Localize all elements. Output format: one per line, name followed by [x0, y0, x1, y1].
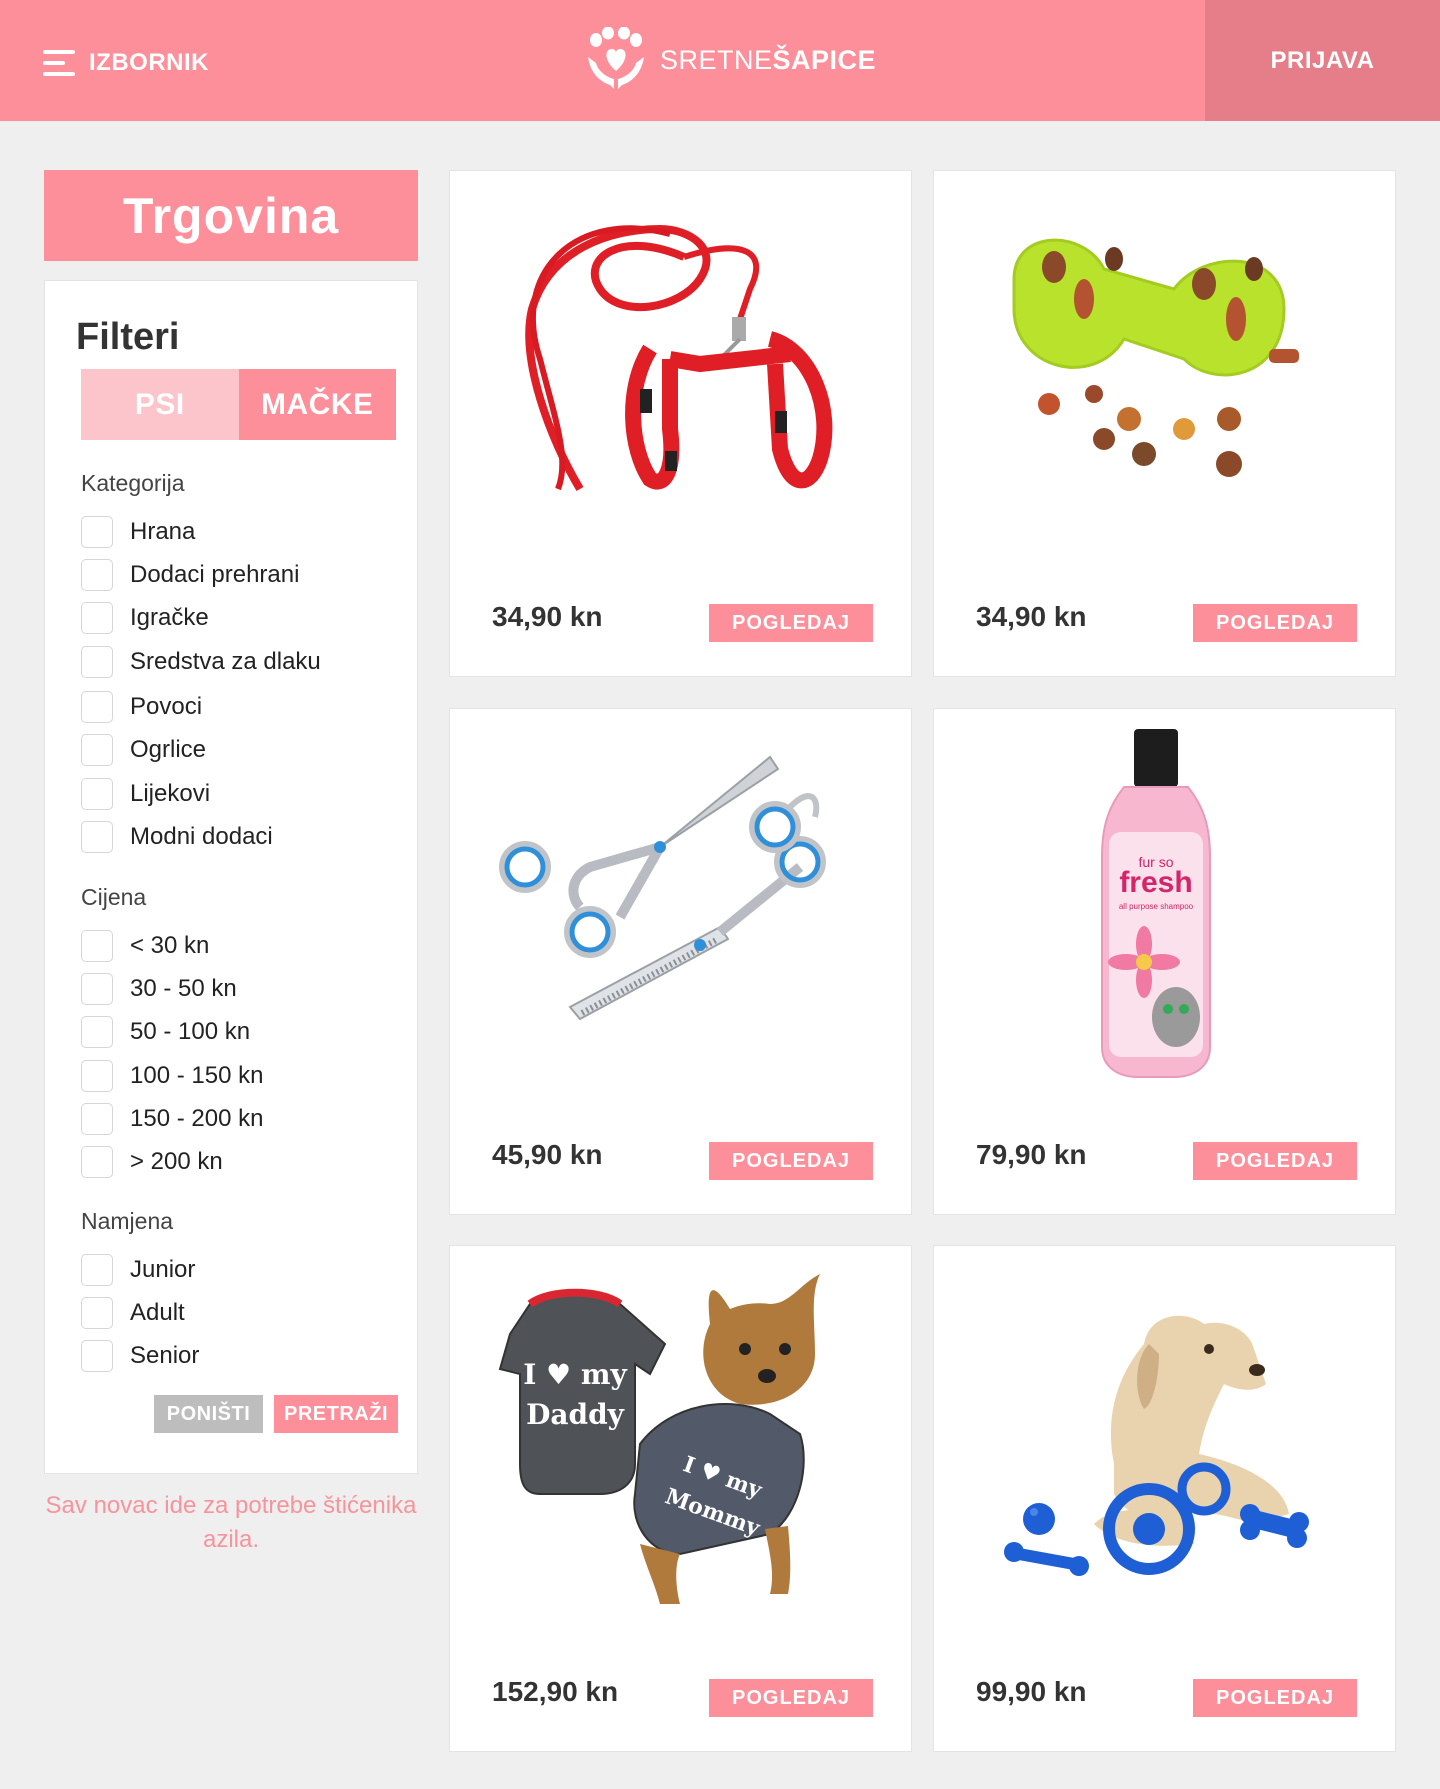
sweater-text-a1: I ♥ my	[523, 1358, 627, 1391]
product-price: 79,90 kn	[976, 1139, 1087, 1170]
tab-dogs[interactable]: PSI	[81, 369, 239, 440]
filters-title: Filteri	[76, 316, 180, 358]
purpose-option-junior[interactable]: Junior	[81, 1254, 195, 1286]
price-option[interactable]: > 200 kn	[81, 1146, 223, 1178]
purpose-option-senior[interactable]: Senior	[81, 1340, 199, 1372]
product-price: 45,90 kn	[492, 1139, 603, 1170]
search-button[interactable]: PRETRAŽI	[274, 1395, 398, 1433]
checkbox[interactable]	[81, 930, 113, 962]
checkbox[interactable]	[81, 778, 113, 810]
checkbox[interactable]	[81, 1103, 113, 1135]
checkbox[interactable]	[81, 602, 113, 634]
bottle-text-line3: all purpose shampoo	[1119, 902, 1194, 911]
login-button[interactable]: PRIJAVA	[1205, 0, 1440, 121]
product-price: 34,90 kn	[976, 601, 1087, 632]
checkbox[interactable]	[81, 1146, 113, 1178]
price-option[interactable]: < 30 kn	[81, 930, 209, 962]
price-option[interactable]: 30 - 50 kn	[81, 973, 237, 1005]
product-card[interactable]: 99,90 kn POGLEDAJ	[933, 1245, 1396, 1752]
category-option-fashion[interactable]: Modni dodaci	[81, 821, 273, 853]
treat-toy-icon	[1012, 238, 1299, 477]
checkbox[interactable]	[81, 1016, 113, 1048]
checkbox[interactable]	[81, 646, 113, 678]
price-label: Cijena	[81, 884, 147, 910]
product-card[interactable]: fur so fresh all purpose shampoo 79,90 k…	[933, 708, 1396, 1215]
product-price: 152,90 kn	[492, 1676, 619, 1707]
product-card[interactable]: 45,90 kn POGLEDAJ	[449, 708, 912, 1215]
reset-button[interactable]: PONIŠTI	[154, 1395, 263, 1433]
dog-sweater-icon: I ♥ my Daddy I ♥ my Mommy	[498, 1274, 820, 1604]
checkbox[interactable]	[81, 691, 113, 723]
product-card[interactable]: 34,90 kn POGLEDAJ	[449, 170, 912, 677]
sweater-text-a2: Daddy	[526, 1398, 625, 1431]
category-option-medicine[interactable]: Lijekovi	[81, 778, 210, 810]
grooming-scissors-icon	[499, 755, 826, 1021]
view-product-button[interactable]: POGLEDAJ	[709, 1679, 873, 1717]
view-product-button[interactable]: POGLEDAJ	[1193, 1679, 1357, 1717]
product-price: 99,90 kn	[976, 1676, 1087, 1707]
category-label: Kategorija	[81, 470, 185, 496]
checkbox[interactable]	[81, 1340, 113, 1372]
logo-text-regular: SRETNE	[660, 44, 773, 75]
view-product-button[interactable]: POGLEDAJ	[1193, 604, 1357, 642]
category-option-hair-care[interactable]: Sredstva za dlaku	[81, 646, 321, 678]
product-card[interactable]: I ♥ my Daddy I ♥ my Mommy 152,90 kn POGL…	[449, 1245, 912, 1752]
tab-cats[interactable]: MAČKE	[238, 369, 396, 440]
bottle-text-line2: fresh	[1119, 866, 1192, 899]
category-option-supplements[interactable]: Dodaci prehrani	[81, 559, 299, 591]
category-option-food[interactable]: Hrana	[81, 516, 195, 548]
menu-button[interactable]: IZBORNIK	[43, 46, 209, 80]
top-bar: IZBORNIK SRETNEŠAPICE PRIJAVA	[0, 0, 1440, 121]
hamburger-menu-icon	[43, 49, 75, 77]
paw-heart-hands-icon	[588, 27, 644, 89]
species-toggle: PSI MAČKE	[81, 369, 396, 440]
checkbox[interactable]	[81, 516, 113, 548]
checkbox[interactable]	[81, 1060, 113, 1092]
checkbox[interactable]	[81, 734, 113, 766]
page-title: Trgovina	[44, 170, 418, 261]
logo-text-bold: ŠAPICE	[772, 44, 877, 75]
price-option[interactable]: 50 - 100 kn	[81, 1016, 250, 1048]
product-price: 34,90 kn	[492, 601, 603, 632]
view-product-button[interactable]: POGLEDAJ	[1193, 1142, 1357, 1180]
donation-note: Sav novac ide za potrebe štićenika azila…	[45, 1492, 417, 1553]
site-logo[interactable]: SRETNEŠAPICE	[584, 27, 876, 93]
category-option-leashes[interactable]: Povoci	[81, 691, 202, 723]
price-option[interactable]: 100 - 150 kn	[81, 1060, 263, 1092]
leash-harness-icon	[525, 224, 833, 492]
product-card[interactable]: 34,90 kn POGLEDAJ	[933, 170, 1396, 677]
price-option[interactable]: 150 - 200 kn	[81, 1103, 263, 1135]
purpose-label: Namjena	[81, 1208, 174, 1234]
shampoo-bottle-icon: fur so fresh all purpose shampoo	[1101, 729, 1211, 1078]
checkbox[interactable]	[81, 559, 113, 591]
checkbox[interactable]	[81, 1297, 113, 1329]
view-product-button[interactable]: POGLEDAJ	[709, 1142, 873, 1180]
menu-label: IZBORNIK	[89, 49, 209, 76]
dog-toys-icon	[1004, 1315, 1309, 1576]
checkbox[interactable]	[81, 821, 113, 853]
view-product-button[interactable]: POGLEDAJ	[709, 604, 873, 642]
checkbox[interactable]	[81, 973, 113, 1005]
category-option-collars[interactable]: Ogrlice	[81, 734, 206, 766]
filters-panel: Filteri PSI MAČKE Kategorija Hrana Dodac…	[44, 280, 418, 1474]
purpose-option-adult[interactable]: Adult	[81, 1297, 185, 1329]
category-option-toys[interactable]: Igračke	[81, 602, 209, 634]
checkbox[interactable]	[81, 1254, 113, 1286]
